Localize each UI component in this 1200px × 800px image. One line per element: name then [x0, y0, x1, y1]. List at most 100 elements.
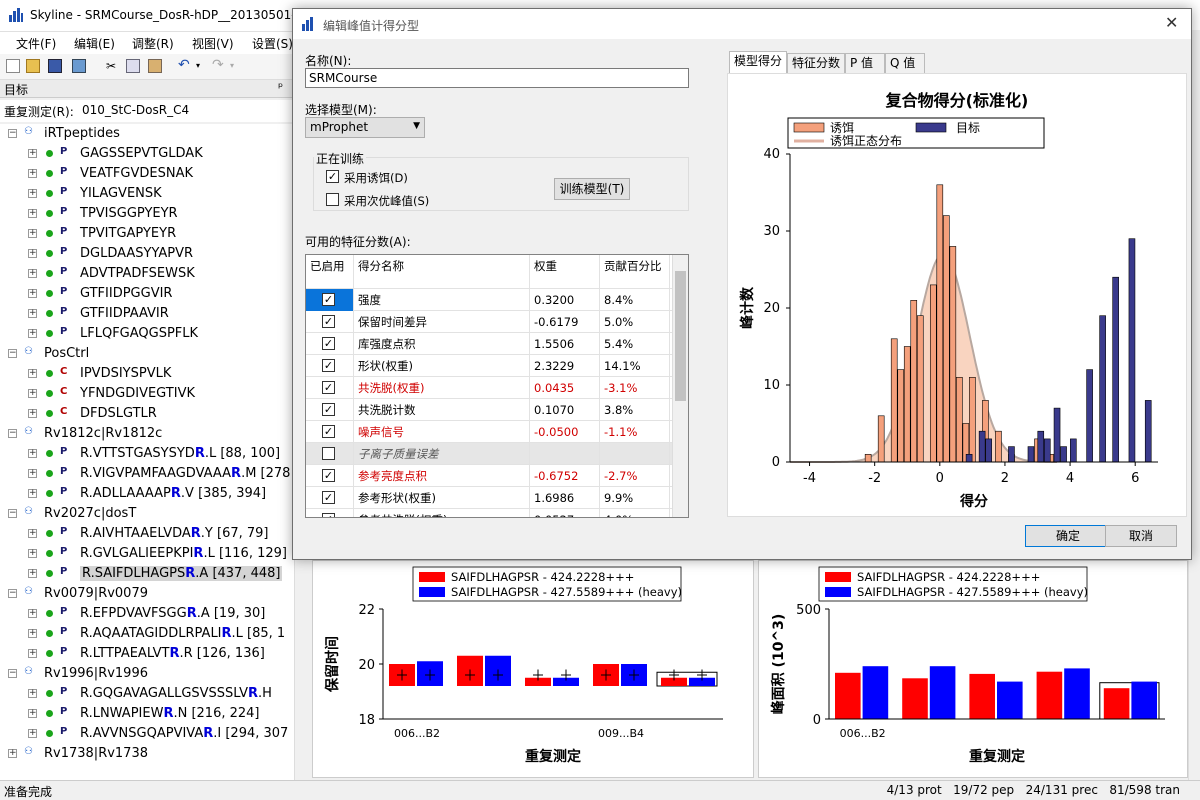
undo-icon[interactable]: ↶ [178, 58, 192, 73]
expand-icon[interactable]: + [28, 709, 37, 718]
expand-icon[interactable]: + [28, 549, 37, 558]
expand-icon[interactable]: + [28, 409, 37, 418]
tree-peptide-node[interactable]: + P R.VIGVPAMFAAGDVAAAR.M [278 [0, 464, 294, 484]
feature-enabled-checkbox[interactable]: ✓ [322, 293, 335, 306]
expand-icon[interactable]: + [28, 249, 37, 258]
expand-icon[interactable]: + [28, 389, 37, 398]
tree-peptide-node[interactable]: + P R.GQGAVAGALLGSVSSSLVR.H [0, 684, 294, 704]
grid-column-header[interactable]: 权重 [530, 255, 600, 289]
tab-p-value[interactable]: P 值 [845, 53, 885, 73]
tree-protein-node[interactable]: − ⚇ iRTpeptides [0, 124, 294, 144]
pin-icon[interactable]: ᵖ [278, 80, 283, 94]
expand-icon[interactable]: + [28, 449, 37, 458]
expand-icon[interactable]: + [28, 329, 37, 338]
feature-row[interactable]: ✓ 共洗脱计数 0.1070 3.8% [306, 399, 672, 421]
collapse-icon[interactable]: − [8, 589, 17, 598]
copy-icon[interactable] [126, 59, 140, 73]
grid-column-header[interactable]: 贡献百分比 [600, 255, 670, 289]
cancel-button[interactable]: 取消 [1105, 525, 1177, 547]
use-decoys-checkbox[interactable]: ✓ [326, 170, 339, 183]
tree-peptide-node[interactable]: + P R.GVLGALIEEPKPIR.L [116, 129] [0, 544, 294, 564]
replicate-combo[interactable]: 010_StC-DosR_C4 [82, 103, 189, 117]
feature-row[interactable]: ✓ 参考共洗脱(权重)0.05274.0% [306, 509, 672, 517]
feature-row[interactable]: ✓ 强度 0.3200 8.4% [306, 289, 672, 311]
tree-protein-node[interactable]: − ⚇ PosCtrl [0, 344, 294, 364]
feature-row[interactable]: ✓ 保留时间差异 -0.6179 5.0% [306, 311, 672, 333]
tree-peptide-node[interactable]: + P VEATFGVDESNAK [0, 164, 294, 184]
menu-edit[interactable]: 编辑(E) [74, 35, 115, 52]
feature-enabled-checkbox[interactable]: ✓ [322, 359, 335, 372]
expand-icon[interactable]: + [28, 489, 37, 498]
feature-row[interactable]: ✓ 噪声信号 -0.0500 -1.1% [306, 421, 672, 443]
train-model-button[interactable]: 训练模型(T) [554, 178, 630, 200]
menu-refine[interactable]: 调整(R) [132, 35, 174, 52]
feature-row[interactable]: ✓ 参考亮度点积 -0.6752 -2.7% [306, 465, 672, 487]
model-select[interactable]: mProphet ▼ [305, 117, 425, 138]
collapse-icon[interactable]: − [8, 349, 17, 358]
name-input[interactable] [305, 68, 689, 88]
tree-peptide-node[interactable]: + P ADVTPADFSEWSK [0, 264, 294, 284]
feature-enabled-checkbox[interactable]: ✓ [322, 491, 335, 504]
open-icon[interactable] [26, 59, 40, 73]
tree-protein-node[interactable]: − ⚇ Rv2027c|dosT [0, 504, 294, 524]
tab-model-score[interactable]: 模型得分 [729, 51, 787, 73]
collapse-icon[interactable]: − [8, 669, 17, 678]
tree-peptide-node[interactable]: + C YFNDGDIVEGTIVK [0, 384, 294, 404]
tree-protein-node[interactable]: + ⚇ Rv1738|Rv1738 [0, 744, 294, 764]
tree-peptide-node[interactable]: + P R.EFPDVAVFSGGR.A [19, 30] [0, 604, 294, 624]
menu-settings[interactable]: 设置(S) [252, 35, 293, 52]
tree-protein-node[interactable]: − ⚇ Rv1812c|Rv1812c [0, 424, 294, 444]
expand-icon[interactable]: + [28, 169, 37, 178]
paste-icon[interactable] [148, 59, 162, 73]
tree-peptide-node[interactable]: + P R.AQAATAGIDDLRPALIR.L [85, 1 [0, 624, 294, 644]
grid-column-header[interactable]: 已启用 [306, 255, 354, 289]
tree-protein-node[interactable]: − ⚇ Rv0079|Rv0079 [0, 584, 294, 604]
expand-icon[interactable]: + [28, 529, 37, 538]
expand-icon[interactable]: + [28, 729, 37, 738]
tree-peptide-node[interactable]: + P R.LNWAPIEWR.N [216, 224] [0, 704, 294, 724]
expand-icon[interactable]: + [28, 369, 37, 378]
ok-button[interactable]: 确定 [1025, 525, 1111, 547]
expand-icon[interactable]: + [28, 209, 37, 218]
tree-peptide-node[interactable]: + P DGLDAASYYAPVR [0, 244, 294, 264]
expand-icon[interactable]: + [28, 689, 37, 698]
tree-peptide-node[interactable]: + C DFDSLGTLR [0, 404, 294, 424]
use-second-best-checkbox[interactable] [326, 193, 339, 206]
feature-enabled-checkbox[interactable]: ✓ [322, 403, 335, 416]
tree-peptide-node[interactable]: + P GAGSSEPVTGLDAK [0, 144, 294, 164]
menu-file[interactable]: 文件(F) [16, 35, 56, 52]
grid-column-header[interactable]: 得分名称 [354, 255, 530, 289]
new-icon[interactable] [6, 59, 20, 73]
save-icon[interactable] [48, 59, 62, 73]
feature-row[interactable]: ✓ 参考形状(权重) 1.6986 9.9% [306, 487, 672, 509]
import-icon[interactable] [72, 59, 86, 73]
feature-row[interactable]: 子离子质量误差 [306, 443, 672, 465]
collapse-icon[interactable]: − [8, 129, 17, 138]
expand-icon[interactable]: + [28, 569, 37, 578]
collapse-icon[interactable]: − [8, 509, 17, 518]
feature-row[interactable]: ✓ 库强度点积 1.5506 5.4% [306, 333, 672, 355]
close-icon[interactable]: ✕ [1165, 13, 1178, 32]
undo-dropdown-icon[interactable]: ▾ [196, 59, 210, 73]
tree-peptide-node[interactable]: + C IPVDSIYSPVLK [0, 364, 294, 384]
feature-enabled-checkbox[interactable]: ✓ [322, 337, 335, 350]
tree-peptide-node[interactable]: + P TPVITGAPYEYR [0, 224, 294, 244]
collapse-icon[interactable]: − [8, 429, 17, 438]
tree-peptide-node[interactable]: + P R.LTTPAEALVTR.R [126, 136] [0, 644, 294, 664]
menu-view[interactable]: 视图(V) [192, 35, 234, 52]
tab-q-value[interactable]: Q 值 [885, 53, 925, 73]
expand-icon[interactable]: + [28, 469, 37, 478]
tree-peptide-node[interactable]: + P R.AIVHTAAELVDAR.Y [67, 79] [0, 524, 294, 544]
expand-icon[interactable]: + [28, 309, 37, 318]
expand-icon[interactable]: + [28, 629, 37, 638]
expand-icon[interactable]: + [28, 609, 37, 618]
collapse-icon[interactable]: + [8, 749, 17, 758]
redo-dropdown-icon[interactable]: ▾ [230, 59, 244, 73]
tree-peptide-node[interactable]: + P R.AVVNSGQAPVIVAR.I [294, 307 [0, 724, 294, 744]
feature-enabled-checkbox[interactable]: ✓ [322, 425, 335, 438]
tree-peptide-node[interactable]: + P GTFIIDPGGVIR [0, 284, 294, 304]
expand-icon[interactable]: + [28, 189, 37, 198]
tree-peptide-node[interactable]: + P YILAGVENSK [0, 184, 294, 204]
feature-enabled-checkbox[interactable]: ✓ [322, 469, 335, 482]
tree-peptide-node[interactable]: + P GTFIIDPAAVIR [0, 304, 294, 324]
